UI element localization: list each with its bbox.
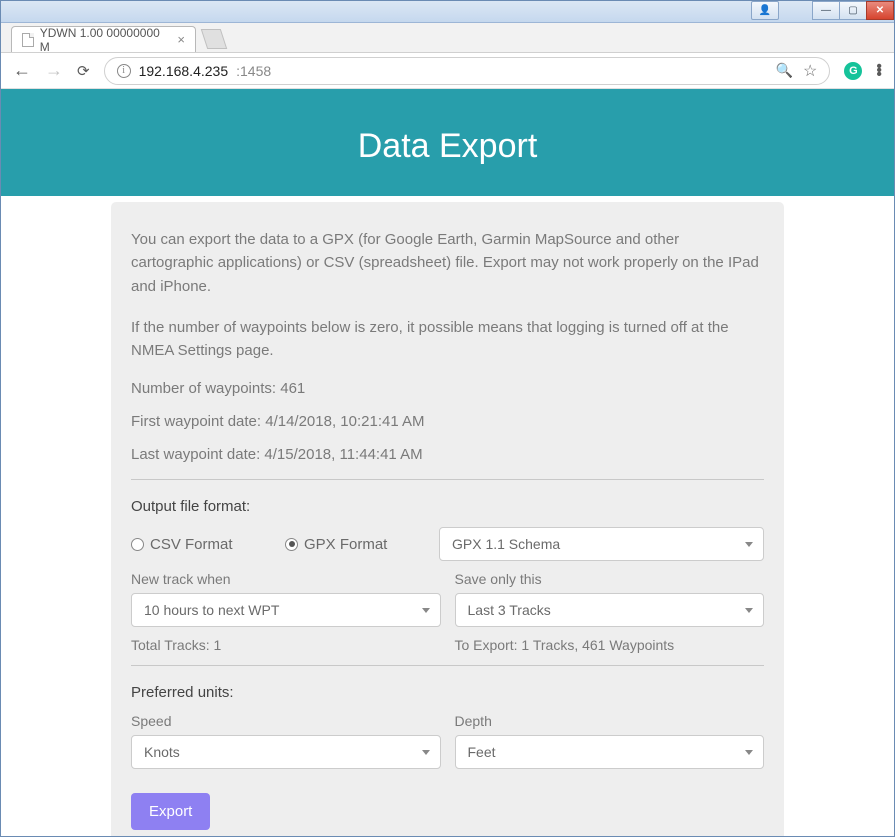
depth-select[interactable]: Feet: [455, 735, 765, 769]
last-waypoint-date: Last waypoint date: 4/15/2018, 11:44:41 …: [131, 446, 764, 463]
tab-title: YDWN 1.00 00000000 M: [40, 26, 170, 54]
browser-window: 👤 — ▢ ✕ YDWN 1.00 00000000 M × ← → ⟳ i 1…: [0, 0, 895, 837]
save-only-select[interactable]: Last 3 Tracks: [455, 593, 765, 627]
radio-icon-selected: [285, 538, 298, 551]
url-host: 192.168.4.235: [139, 63, 229, 79]
speed-label: Speed: [131, 713, 441, 729]
preferred-units-label: Preferred units:: [131, 684, 764, 701]
to-export-summary: To Export: 1 Tracks, 461 Waypoints: [455, 637, 765, 653]
address-bar[interactable]: i 192.168.4.235 :1458 🔍 ☆: [104, 57, 831, 85]
new-track-label: New track when: [131, 571, 441, 587]
radio-gpx-label: GPX Format: [304, 536, 387, 553]
total-tracks: Total Tracks: 1: [131, 637, 441, 653]
export-panel: You can export the data to a GPX (for Go…: [111, 202, 784, 836]
bookmark-icon[interactable]: ☆: [803, 61, 817, 81]
intro-text-2: If the number of waypoints below is zero…: [131, 316, 764, 363]
user-icon[interactable]: 👤: [751, 1, 779, 20]
back-button[interactable]: ←: [13, 60, 31, 81]
export-button-label: Export: [149, 803, 192, 820]
extension-icon[interactable]: G: [844, 62, 862, 80]
browser-toolbar: ← → ⟳ i 192.168.4.235 :1458 🔍 ☆ G •••: [1, 53, 894, 89]
new-tab-button[interactable]: [201, 29, 227, 49]
radio-csv-label: CSV Format: [150, 536, 233, 553]
speed-value: Knots: [144, 744, 180, 760]
page-viewport[interactable]: Data Export You can export the data to a…: [1, 89, 894, 836]
divider: [131, 479, 764, 480]
window-titlebar: 👤 — ▢ ✕: [1, 1, 894, 23]
export-button[interactable]: Export: [131, 793, 210, 830]
radio-icon: [131, 538, 144, 551]
close-button[interactable]: ✕: [866, 1, 894, 20]
menu-button[interactable]: •••: [876, 65, 882, 77]
forward-button: →: [45, 60, 63, 81]
new-track-value: 10 hours to next WPT: [144, 602, 279, 618]
intro-text-1: You can export the data to a GPX (for Go…: [131, 228, 764, 298]
radio-csv-format[interactable]: CSV Format: [131, 536, 271, 553]
new-track-select[interactable]: 10 hours to next WPT: [131, 593, 441, 627]
page-title: Data Export: [1, 89, 894, 196]
schema-select[interactable]: GPX 1.1 Schema: [439, 527, 764, 561]
url-port: :1458: [236, 63, 271, 79]
speed-select[interactable]: Knots: [131, 735, 441, 769]
page-icon: [22, 33, 34, 47]
maximize-button[interactable]: ▢: [839, 1, 867, 20]
radio-gpx-format[interactable]: GPX Format: [285, 536, 425, 553]
save-only-value: Last 3 Tracks: [468, 602, 551, 618]
zoom-icon[interactable]: 🔍: [776, 62, 793, 79]
depth-value: Feet: [468, 744, 496, 760]
site-info-icon[interactable]: i: [117, 64, 131, 78]
num-waypoints: Number of waypoints: 461: [131, 380, 764, 397]
depth-label: Depth: [455, 713, 765, 729]
reload-button[interactable]: ⟳: [77, 62, 90, 80]
schema-select-value: GPX 1.1 Schema: [452, 536, 560, 552]
close-tab-icon[interactable]: ×: [177, 32, 185, 47]
first-waypoint-date: First waypoint date: 4/14/2018, 10:21:41…: [131, 413, 764, 430]
save-only-label: Save only this: [455, 571, 765, 587]
output-format-label: Output file format:: [131, 498, 764, 515]
tab-strip: YDWN 1.00 00000000 M ×: [1, 23, 894, 53]
minimize-button[interactable]: —: [812, 1, 840, 20]
browser-tab[interactable]: YDWN 1.00 00000000 M ×: [11, 26, 196, 52]
divider: [131, 665, 764, 666]
